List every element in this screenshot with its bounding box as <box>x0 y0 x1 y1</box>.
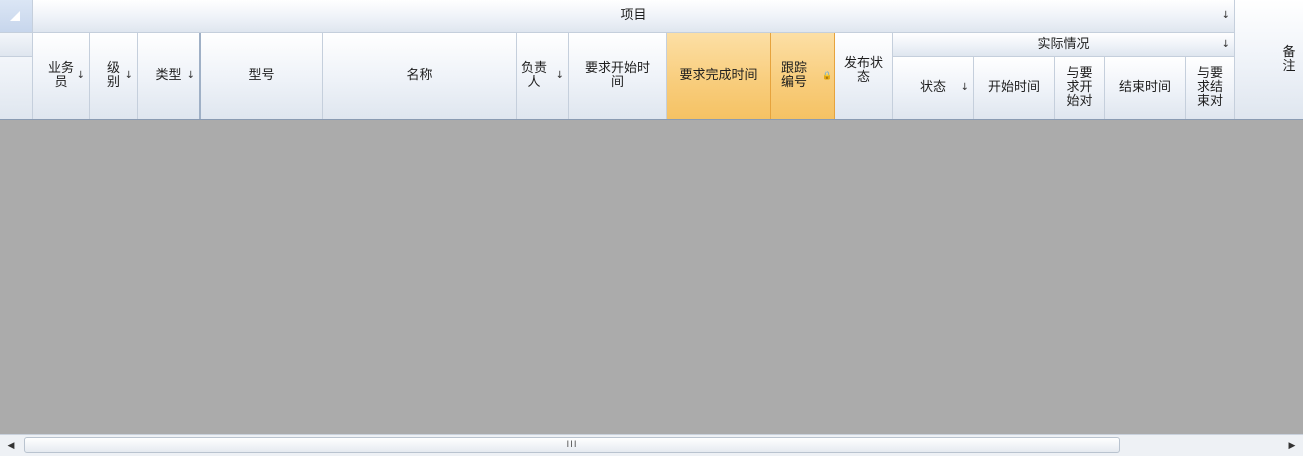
scroll-thumb[interactable]: III <box>24 437 1120 453</box>
column-header-start-time[interactable]: 开始时间 <box>974 57 1055 120</box>
sort-icon[interactable]: ↓ <box>961 83 969 93</box>
column-label: 与要 求结 束对 <box>1196 66 1223 109</box>
grid-empty-area[interactable] <box>0 120 1303 434</box>
column-label: 名称 <box>406 68 433 83</box>
column-label: 开始时间 <box>987 80 1040 95</box>
column-header-salesperson[interactable]: 业务 员 ↓ <box>33 33 90 120</box>
chevron-right-icon: ▶ <box>1288 440 1296 451</box>
sort-icon[interactable]: ↓ <box>556 71 564 81</box>
sort-icon[interactable]: ↓ <box>1222 11 1230 21</box>
column-label: 备注 <box>1282 44 1296 74</box>
horizontal-scrollbar[interactable]: ◀ III ▶ <box>0 434 1303 456</box>
column-header-model[interactable]: 型号 <box>201 33 323 120</box>
lock-icon: 🔒 <box>822 71 832 80</box>
column-label: 发布状 态 <box>843 56 883 85</box>
scroll-right-button[interactable]: ▶ <box>1283 437 1301 454</box>
column-header-required-finish[interactable]: 要求完成时间 <box>667 33 771 120</box>
column-label: 结束时间 <box>1118 80 1171 95</box>
column-header-required-start[interactable]: 要求开始时 间 <box>569 33 667 120</box>
select-all-corner[interactable] <box>0 0 33 33</box>
row-header-band <box>0 33 33 57</box>
grid-header: 项目 ↓ 业务 员 ↓ 级 别 ↓ 类型 ↓ 型号 名称 负责 人 ↓ 要求开始… <box>0 0 1303 120</box>
column-header-publish-status[interactable]: 发布状 态 <box>835 33 893 120</box>
group-header-actual[interactable]: 实际情况 ↓ <box>893 33 1235 57</box>
column-header-level[interactable]: 级 别 ↓ <box>90 33 138 120</box>
column-header-vs-required-start[interactable]: 与要 求开 始对 <box>1055 57 1105 120</box>
column-label: 要求完成时间 <box>679 68 758 83</box>
sort-icon[interactable]: ↓ <box>1222 39 1230 50</box>
group-header-actual-label: 实际情况 <box>1037 36 1090 52</box>
column-label: 业务 员 <box>47 61 74 90</box>
column-label: 与要 求开 始对 <box>1066 66 1093 109</box>
sort-icon[interactable]: ↓ <box>125 71 133 81</box>
select-all-icon <box>10 11 20 21</box>
chevron-left-icon: ◀ <box>7 440 15 451</box>
group-header-project[interactable]: 项目 ↓ <box>33 0 1235 33</box>
column-header-vs-required-end[interactable]: 与要 求结 束对 <box>1186 57 1235 120</box>
sort-icon[interactable]: ↓ <box>187 71 195 81</box>
scroll-left-button[interactable]: ◀ <box>2 437 20 454</box>
column-label: 型号 <box>248 68 275 83</box>
grip-icon: III <box>566 440 578 450</box>
row-header-column <box>0 57 33 120</box>
column-header-type[interactable]: 类型 ↓ <box>138 33 201 120</box>
column-label: 类型 <box>155 68 182 83</box>
column-label: 负责 人 <box>521 61 548 90</box>
column-label: 状态 <box>919 80 946 95</box>
column-label: 级 别 <box>106 61 120 90</box>
column-header-end-time[interactable]: 结束时间 <box>1105 57 1186 120</box>
column-label: 要求开始时 间 <box>584 61 650 90</box>
group-header-project-label: 项目 <box>620 8 647 23</box>
sort-icon[interactable]: ↓ <box>77 71 85 81</box>
column-header-owner[interactable]: 负责 人 ↓ <box>517 33 569 120</box>
column-header-name[interactable]: 名称 <box>323 33 517 120</box>
column-header-tracking-number[interactable]: 跟踪 编号 🔒 <box>771 33 835 120</box>
column-label: 跟踪 编号 <box>781 61 808 90</box>
column-header-remarks[interactable]: 备注 <box>1235 0 1303 120</box>
column-header-status[interactable]: 状态 ↓ <box>893 57 974 120</box>
